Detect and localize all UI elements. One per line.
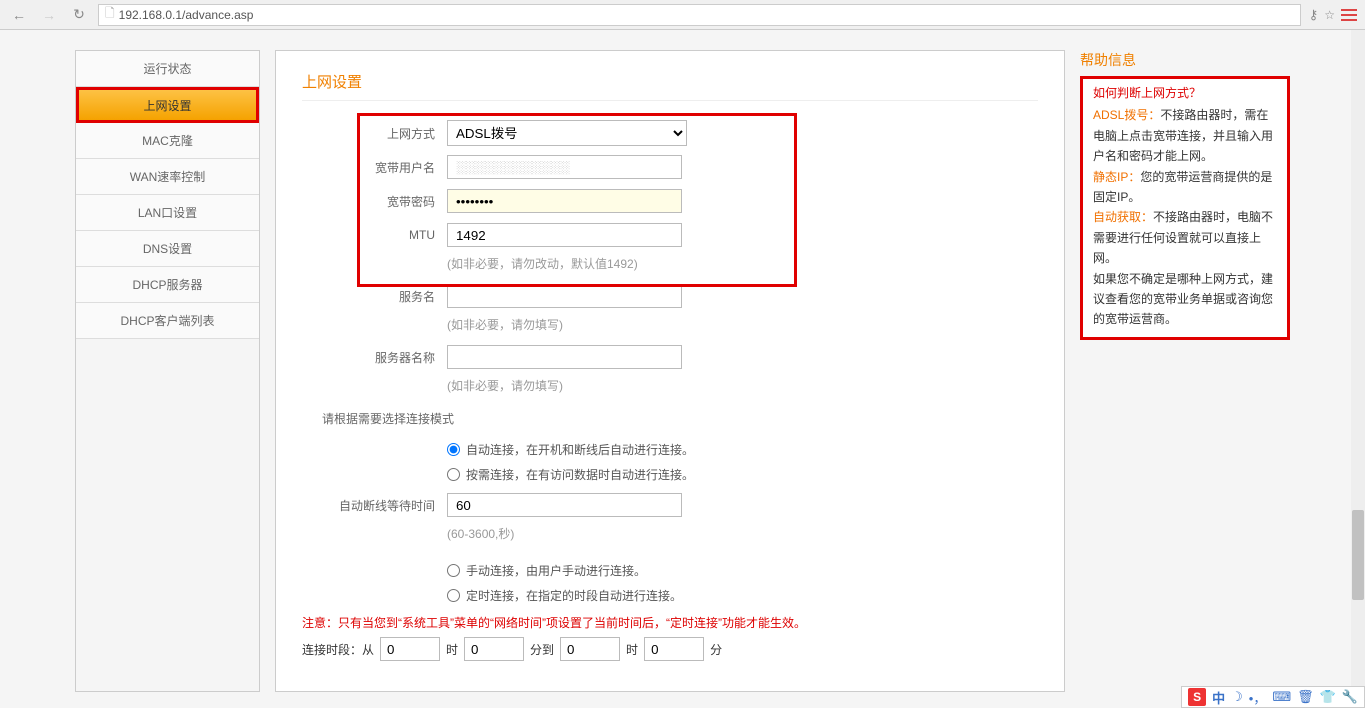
mtu-input[interactable] (447, 223, 682, 247)
help-static: 静态IP：您的宽带运营商提供的是固定IP。 (1093, 167, 1277, 208)
radio-auto-label: 自动连接，在开机和断线后自动进行连接。 (466, 441, 694, 458)
time-m1: 分到 (530, 641, 554, 658)
time-to-h[interactable] (560, 637, 620, 661)
help-title: 帮助信息 (1080, 52, 1136, 68)
idle-hint: (60-3600,秒) (447, 525, 1038, 542)
radio-scheduled[interactable] (447, 589, 460, 602)
sidebar-item-label: WAN速率控制 (130, 168, 206, 185)
radio-ondemand-label: 按需连接，在有访问数据时自动进行连接。 (466, 466, 694, 483)
schedule-warning: 注意：只有当您到“系统工具”菜单的“网络时间”项设置了当前时间后，“定时连接”功… (302, 614, 1038, 631)
mtu-hint: (如非必要，请勿改动，默认值1492) (447, 255, 1038, 272)
help-auto: 自动获取：不接路由器时，电脑不需要进行任何设置就可以直接上网。 (1093, 207, 1277, 268)
help-unsure: 如果您不确定是哪种上网方式，建议查看您的宽带业务单据或咨询您的宽带运营商。 (1093, 269, 1277, 330)
label-idle: 自动断线等待时间 (302, 497, 447, 514)
ime-moon-icon[interactable]: ☽ (1231, 689, 1243, 705)
sidebar-item-mac-clone[interactable]: MAC克隆 (76, 123, 259, 159)
label-server: 服务器名称 (302, 349, 447, 366)
help-panel: 如何判断上网方式？ ADSL拨号：不接路由器时，需在电脑上点击宽带连接，并且输入… (1080, 76, 1290, 340)
address-bar[interactable]: 🗋 192.168.0.1/advance.asp (98, 4, 1301, 26)
sidebar-item-label: MAC克隆 (142, 132, 193, 149)
sidebar-item-label: DHCP客户端列表 (120, 312, 214, 329)
bookmark-icon[interactable]: ☆ (1324, 8, 1335, 22)
ime-comma-icon[interactable]: •， (1249, 688, 1267, 707)
scroll-thumb[interactable] (1352, 510, 1364, 600)
idle-input[interactable] (447, 493, 682, 517)
password-input[interactable] (447, 189, 682, 213)
service-hint: (如非必要，请勿填写) (447, 316, 1038, 333)
scrollbar[interactable] (1351, 30, 1365, 686)
label-mode: 上网方式 (302, 125, 447, 142)
help-question: 如何判断上网方式？ (1093, 83, 1277, 103)
content-panel: 上网设置 上网方式 ADSL拨号 宽带用户名 宽带密码 MTU (275, 50, 1065, 692)
server-hint: (如非必要，请勿填写) (447, 377, 1038, 394)
label-user: 宽带用户名 (302, 159, 447, 176)
radio-ondemand[interactable] (447, 468, 460, 481)
sidebar-item-wan-rate[interactable]: WAN速率控制 (76, 159, 259, 195)
ime-wrench-icon[interactable]: 🔧 (1342, 689, 1358, 705)
page-icon: 🗋 (105, 4, 115, 25)
key-icon[interactable]: ⚷ (1309, 7, 1319, 23)
page-title: 上网设置 (302, 71, 1038, 101)
label-service: 服务名 (302, 288, 447, 305)
browser-toolbar: ← → ↻ 🗋 192.168.0.1/advance.asp ⚷ ☆ (0, 0, 1365, 30)
time-m2: 分 (710, 641, 722, 658)
ime-person-icon[interactable]: 👕 (1320, 689, 1336, 705)
ime-keyboard-icon[interactable]: ⌨ (1272, 689, 1291, 705)
time-row: 连接时段：从 时 分到 时 分 (302, 637, 1038, 661)
back-button[interactable]: ← (8, 4, 30, 26)
server-input[interactable] (447, 345, 682, 369)
mode-select[interactable]: ADSL拨号 (447, 120, 687, 146)
sidebar-item-label: 上网设置 (143, 97, 191, 114)
time-h2: 时 (626, 641, 638, 658)
radio-scheduled-label: 定时连接，在指定的时段自动进行连接。 (466, 587, 682, 604)
ime-lang[interactable]: 中 (1212, 688, 1225, 707)
sidebar-item-dhcp-server[interactable]: DHCP服务器 (76, 267, 259, 303)
sidebar-item-lan[interactable]: LAN口设置 (76, 195, 259, 231)
sidebar-item-dns[interactable]: DNS设置 (76, 231, 259, 267)
time-from-m[interactable] (464, 637, 524, 661)
sidebar-item-internet[interactable]: 上网设置 (76, 87, 259, 123)
time-from-h[interactable] (380, 637, 440, 661)
url-text: 192.168.0.1/advance.asp (119, 8, 254, 22)
username-input[interactable] (447, 155, 682, 179)
sidebar-item-label: 运行状态 (143, 60, 191, 77)
reload-button[interactable]: ↻ (68, 4, 90, 26)
label-pass: 宽带密码 (302, 193, 447, 210)
ime-trash-icon[interactable]: 🗑 (1297, 689, 1314, 705)
radio-manual[interactable] (447, 564, 460, 577)
sidebar-item-label: DHCP服务器 (132, 276, 202, 293)
ime-logo-icon: S (1188, 688, 1206, 706)
label-mtu: MTU (302, 228, 447, 242)
sidebar-item-label: DNS设置 (143, 240, 192, 257)
label-connmode: 请根据需要选择连接模式 (322, 410, 454, 427)
radio-manual-label: 手动连接，由用户手动进行连接。 (466, 562, 646, 579)
sidebar-item-status[interactable]: 运行状态 (76, 51, 259, 87)
time-to-m[interactable] (644, 637, 704, 661)
sidebar-item-dhcp-clients[interactable]: DHCP客户端列表 (76, 303, 259, 339)
time-prefix: 连接时段：从 (302, 641, 374, 658)
sidebar-item-label: LAN口设置 (138, 204, 197, 221)
radio-auto[interactable] (447, 443, 460, 456)
forward-button[interactable]: → (38, 4, 60, 26)
menu-icon[interactable] (1341, 9, 1357, 21)
time-h1: 时 (446, 641, 458, 658)
sidebar: 运行状态 上网设置 MAC克隆 WAN速率控制 LAN口设置 DNS设置 DHC… (75, 50, 260, 692)
service-input[interactable] (447, 284, 682, 308)
help-adsl: ADSL拨号：不接路由器时，需在电脑上点击宽带连接，并且输入用户名和密码才能上网… (1093, 105, 1277, 166)
ime-bar[interactable]: S 中 ☽ •， ⌨ 🗑 👕 🔧 (1181, 686, 1365, 708)
